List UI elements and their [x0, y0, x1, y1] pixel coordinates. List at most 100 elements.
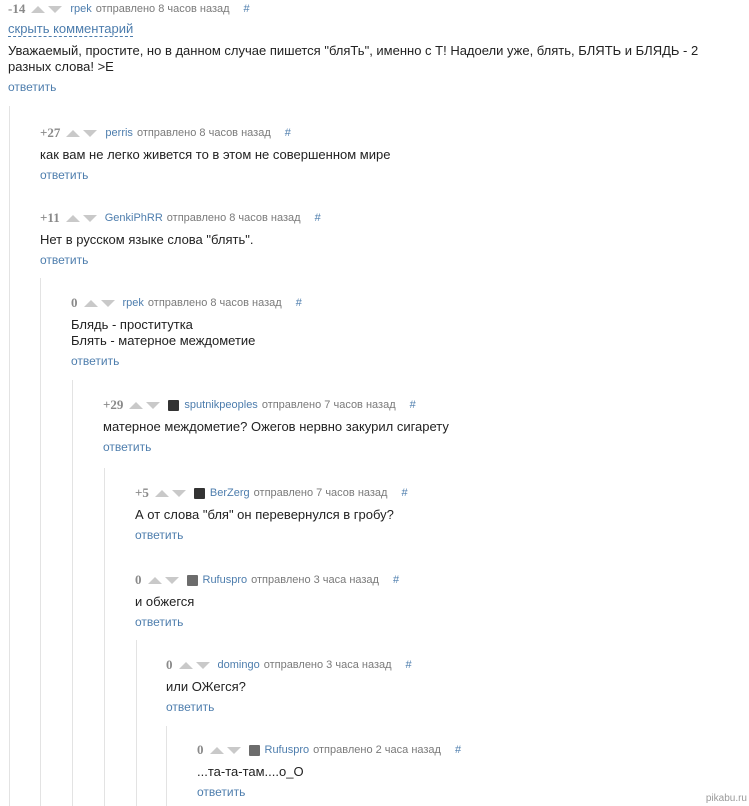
avatar-icon[interactable] [193, 487, 205, 499]
comment-permalink[interactable]: # [315, 212, 321, 224]
downvote-arrow-icon[interactable] [226, 746, 241, 754]
comment-permalink[interactable]: # [455, 744, 461, 756]
comment-score: +5 [135, 485, 149, 500]
comment-text: как вам не легко живется то в этом не со… [40, 147, 749, 163]
comment-timestamp: отправлено 2 часа назад [313, 744, 441, 756]
comment: +11 GenkiPhRR отправлено 8 часов назад #… [40, 209, 749, 269]
reply-link[interactable]: ответить [40, 168, 88, 182]
comment-header: -14 rpek отправлено 8 часов назад # [8, 0, 749, 18]
comment-permalink[interactable]: # [244, 3, 250, 15]
comment: +5 BerZerg отправлено 7 часов назад # А … [135, 484, 749, 544]
comment-timestamp: отправлено 7 часов назад [261, 399, 396, 411]
comment-author[interactable]: perris [105, 127, 133, 139]
upvote-arrow-icon[interactable] [31, 5, 46, 13]
comment-text-line: Блять - матерное междометие [71, 333, 256, 348]
thread-line [104, 468, 105, 806]
reply-link[interactable]: ответить [197, 785, 245, 799]
avatar-icon[interactable] [168, 399, 180, 411]
comment-header: +27 perris отправлено 8 часов назад # [40, 124, 749, 142]
comment-timestamp: отправлено 8 часов назад [136, 127, 271, 139]
comment-score: 0 [197, 742, 204, 757]
comment-timestamp: отправлено 8 часов назад [95, 3, 230, 15]
comment-text: ...та-та-там....о_О [197, 764, 749, 780]
comment-author[interactable]: rpek [123, 297, 144, 309]
upvote-arrow-icon[interactable] [66, 129, 81, 137]
comment-text: матерное междометие? Ожегов нервно закур… [103, 419, 749, 435]
reply-link[interactable]: ответить [135, 528, 183, 542]
upvote-arrow-icon[interactable] [178, 661, 193, 669]
avatar-icon[interactable] [186, 574, 198, 586]
comment-author[interactable]: BerZerg [210, 487, 250, 499]
comment-timestamp: отправлено 8 часов назад [147, 297, 282, 309]
comment-header: 0 Rufuspro отправлено 2 часа назад # [197, 741, 749, 759]
comment-text: Блядь - проститутка Блять - матерное меж… [71, 317, 749, 349]
comment-score: 0 [135, 572, 142, 587]
reply-link[interactable]: ответить [71, 354, 119, 368]
comment: +27 perris отправлено 8 часов назад # ка… [40, 124, 749, 184]
comment: -14 rpek отправлено 8 часов назад # скры… [8, 0, 749, 96]
comment-score: +27 [40, 125, 61, 140]
comment: 0 Rufuspro отправлено 2 часа назад # ...… [197, 741, 749, 801]
comment-timestamp: отправлено 3 часа назад [251, 574, 379, 586]
comment-author[interactable]: rpek [70, 3, 91, 15]
comment-permalink[interactable]: # [296, 297, 302, 309]
comment-text-line: Нет в русском языке слова "блять". [40, 232, 254, 247]
comment-header: +11 GenkiPhRR отправлено 8 часов назад # [40, 209, 749, 227]
upvote-arrow-icon[interactable] [209, 746, 224, 754]
thread-line [136, 640, 137, 806]
comment-permalink[interactable]: # [393, 574, 399, 586]
downvote-arrow-icon[interactable] [83, 129, 98, 137]
downvote-arrow-icon[interactable] [164, 576, 179, 584]
comment-permalink[interactable]: # [410, 399, 416, 411]
reply-link[interactable]: ответить [8, 80, 56, 94]
reply-link[interactable]: ответить [135, 615, 183, 629]
comment-text-line: или ОЖегся? [166, 679, 246, 694]
upvote-arrow-icon[interactable] [65, 214, 80, 222]
comment-permalink[interactable]: # [285, 127, 291, 139]
upvote-arrow-icon[interactable] [83, 299, 98, 307]
comment-timestamp: отправлено 7 часов назад [253, 487, 388, 499]
comment-header: 0 domingo отправлено 3 часа назад # [166, 656, 749, 674]
reply-link[interactable]: ответить [103, 440, 151, 454]
comment-author[interactable]: GenkiPhRR [105, 212, 163, 224]
comment-permalink[interactable]: # [406, 659, 412, 671]
downvote-arrow-icon[interactable] [100, 299, 115, 307]
comment-timestamp: отправлено 3 часа назад [263, 659, 392, 671]
comment-author[interactable]: domingo [218, 659, 260, 671]
comment: +29 sputnikpeoples отправлено 7 часов на… [103, 396, 749, 456]
avatar-icon[interactable] [248, 744, 260, 756]
reply-link[interactable]: ответить [40, 253, 88, 267]
comment-author[interactable]: Rufuspro [203, 574, 248, 586]
comment-author[interactable]: sputnikpeoples [184, 399, 257, 411]
comment-score: -14 [8, 1, 26, 16]
upvote-arrow-icon[interactable] [147, 576, 162, 584]
comment: 0 rpek отправлено 8 часов назад # Блядь … [71, 294, 749, 370]
comment-text-line: разных слова! >E [8, 59, 114, 74]
upvote-arrow-icon[interactable] [154, 489, 169, 497]
thread-line [9, 106, 10, 806]
downvote-arrow-icon[interactable] [171, 489, 186, 497]
comment-text: или ОЖегся? [166, 679, 749, 695]
comment-score: 0 [71, 295, 78, 310]
downvote-arrow-icon[interactable] [146, 401, 161, 409]
downvote-arrow-icon[interactable] [195, 661, 210, 669]
upvote-arrow-icon[interactable] [129, 401, 144, 409]
reply-link[interactable]: ответить [166, 700, 214, 714]
hide-comment-link[interactable]: скрыть комментарий [8, 22, 134, 37]
comment-timestamp: отправлено 8 часов назад [166, 212, 301, 224]
comment-text-line: и обжегся [135, 594, 195, 609]
comment-text: Уважаемый, простите, но в данном случае … [8, 43, 749, 75]
comment-text-line: Блядь - проститутка [71, 317, 193, 332]
comment-author[interactable]: Rufuspro [265, 744, 310, 756]
comment: 0 Rufuspro отправлено 3 часа назад # и о… [135, 571, 749, 631]
comment-permalink[interactable]: # [401, 487, 407, 499]
downvote-arrow-icon[interactable] [48, 5, 63, 13]
comment-header: +29 sputnikpeoples отправлено 7 часов на… [103, 396, 749, 414]
comment-text: Нет в русском языке слова "блять". [40, 232, 749, 248]
comment-score: +11 [40, 210, 60, 225]
downvote-arrow-icon[interactable] [82, 214, 97, 222]
comment-text-line: как вам не легко живется то в этом не со… [40, 147, 391, 162]
thread-line [72, 380, 73, 806]
comment-score: 0 [166, 657, 173, 672]
comment-header: 0 Rufuspro отправлено 3 часа назад # [135, 571, 749, 589]
